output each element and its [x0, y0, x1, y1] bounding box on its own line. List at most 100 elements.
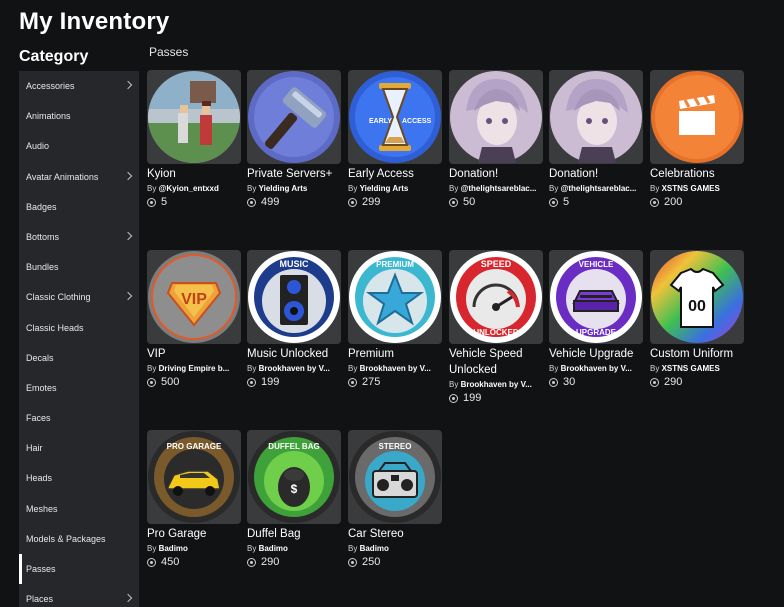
sidebar-item-decals[interactable]: Decals [19, 343, 139, 373]
creator-name[interactable]: Brookhaven by V... [561, 364, 632, 373]
item-thumbnail[interactable] [549, 70, 643, 164]
item-creator[interactable]: By @thelightsareblac... [449, 182, 544, 195]
sidebar-item-classic-clothing[interactable]: Classic Clothing [19, 282, 139, 312]
item-name[interactable]: Celebrations [650, 166, 745, 182]
item-name[interactable]: Premium [348, 346, 443, 362]
item-card[interactable]: VEHICLE UPGRADE Vehicle Upgrade By Brook… [549, 250, 644, 390]
item-name[interactable]: Vehicle Speed Unlocked [449, 346, 544, 378]
item-creator[interactable]: By Badimo [348, 542, 443, 555]
sidebar-item-avatar-animations[interactable]: Avatar Animations [19, 162, 139, 192]
item-thumbnail[interactable]: DUFFEL BAG $ [247, 430, 341, 524]
creator-name[interactable]: @thelightsareblac... [561, 184, 637, 193]
item-card[interactable]: EARLY ACCESS Early Access By Yielding Ar… [348, 70, 443, 210]
item-creator[interactable]: By XSTNS GAMES [650, 182, 745, 195]
sidebar-item-bottoms[interactable]: Bottoms [19, 222, 139, 252]
item-name[interactable]: Car Stereo [348, 526, 443, 542]
item-name[interactable]: Kyion [147, 166, 242, 182]
item-creator[interactable]: By Brookhaven by V... [549, 362, 644, 375]
item-card[interactable]: MUSIC Music Unlocked By Brookhaven by V.… [247, 250, 342, 390]
item-name[interactable]: Early Access [348, 166, 443, 182]
sidebar-item-hair[interactable]: Hair [19, 433, 139, 463]
item-creator[interactable]: By @thelightsareblac... [549, 182, 644, 195]
item-creator[interactable]: By XSTNS GAMES [650, 362, 745, 375]
item-card[interactable]: Donation! By @thelightsareblac... 50 [449, 70, 544, 210]
item-name[interactable]: Duffel Bag [247, 526, 342, 542]
anime-portrait-icon [450, 71, 542, 163]
item-name[interactable]: Music Unlocked [247, 346, 342, 362]
item-name[interactable]: Vehicle Upgrade [549, 346, 644, 362]
item-thumbnail[interactable] [650, 70, 744, 164]
item-creator[interactable]: By Driving Empire b... [147, 362, 242, 375]
item-card[interactable]: PREMIUM Premium By Brookhaven by V... 27… [348, 250, 443, 390]
creator-name[interactable]: @Kyion_entxxd [159, 184, 219, 193]
item-thumbnail[interactable]: EARLY ACCESS [348, 70, 442, 164]
item-card[interactable]: Private Servers+ By Yielding Arts 499 [247, 70, 342, 210]
item-thumbnail[interactable] [247, 70, 341, 164]
robux-icon [147, 558, 156, 567]
item-card[interactable]: 00 Custom Uniform By XSTNS GAMES 290 [650, 250, 745, 390]
creator-name[interactable]: XSTNS GAMES [662, 364, 720, 373]
sidebar-item-emotes[interactable]: Emotes [19, 373, 139, 403]
sidebar-item-meshes[interactable]: Meshes [19, 494, 139, 524]
sidebar-item-audio[interactable]: Audio [19, 131, 139, 161]
item-card[interactable]: VIP VIP By Driving Empire b... 500 [147, 250, 242, 390]
item-thumbnail[interactable]: MUSIC [247, 250, 341, 344]
creator-name[interactable]: Badimo [360, 544, 389, 553]
sidebar-item-label: Emotes [26, 382, 57, 393]
item-creator[interactable]: By Yielding Arts [247, 182, 342, 195]
item-creator[interactable]: By Yielding Arts [348, 182, 443, 195]
sidebar-item-animations[interactable]: Animations [19, 101, 139, 131]
sidebar-item-label: Classic Heads [26, 322, 84, 333]
creator-name[interactable]: Yielding Arts [360, 184, 409, 193]
item-card[interactable]: PRO GARAGE Pro Garage By Badimo 450 [147, 430, 242, 570]
item-thumbnail[interactable] [449, 70, 543, 164]
creator-name[interactable]: Brookhaven by V... [360, 364, 431, 373]
sidebar-item-label: Bundles [26, 262, 59, 273]
item-thumbnail[interactable]: SPEED UNLOCKED [449, 250, 543, 344]
item-name[interactable]: Donation! [449, 166, 544, 182]
sidebar-item-models-packages[interactable]: Models & Packages [19, 524, 139, 554]
item-thumbnail[interactable]: 00 [650, 250, 744, 344]
sidebar-item-passes[interactable]: Passes [19, 554, 139, 585]
item-name[interactable]: Pro Garage [147, 526, 242, 542]
creator-name[interactable]: Badimo [159, 544, 188, 553]
item-name[interactable]: Donation! [549, 166, 644, 182]
creator-name[interactable]: Brookhaven by V... [461, 380, 532, 389]
item-card[interactable]: DUFFEL BAG $ Duffel Bag By Badimo 290 [247, 430, 342, 570]
creator-name[interactable]: @thelightsareblac... [461, 184, 537, 193]
item-thumbnail[interactable] [147, 70, 241, 164]
item-card[interactable]: STEREO Car Stereo By Badimo 250 [348, 430, 443, 570]
item-creator[interactable]: By @Kyion_entxxd [147, 182, 242, 195]
item-name[interactable]: VIP [147, 346, 242, 362]
item-creator[interactable]: By Brookhaven by V... [247, 362, 342, 375]
price-value: 5 [563, 196, 570, 208]
creator-name[interactable]: Driving Empire b... [159, 364, 230, 373]
creator-name[interactable]: Brookhaven by V... [259, 364, 330, 373]
sidebar-item-classic-heads[interactable]: Classic Heads [19, 313, 139, 343]
item-thumbnail[interactable]: STEREO [348, 430, 442, 524]
sidebar-item-accessories[interactable]: Accessories [19, 71, 139, 101]
sidebar-item-places[interactable]: Places [19, 584, 139, 607]
sidebar-item-heads[interactable]: Heads [19, 463, 139, 493]
item-name[interactable]: Custom Uniform [650, 346, 745, 362]
robux-icon [348, 198, 357, 207]
item-thumbnail[interactable]: VIP [147, 250, 241, 344]
creator-name[interactable]: Badimo [259, 544, 288, 553]
item-name[interactable]: Private Servers+ [247, 166, 342, 182]
item-creator[interactable]: By Badimo [247, 542, 342, 555]
item-thumbnail[interactable]: PREMIUM [348, 250, 442, 344]
item-card[interactable]: SPEED UNLOCKED Vehicle Speed Unlocked By… [449, 250, 544, 406]
item-card[interactable]: Celebrations By XSTNS GAMES 200 [650, 70, 745, 210]
creator-name[interactable]: Yielding Arts [259, 184, 308, 193]
creator-name[interactable]: XSTNS GAMES [662, 184, 720, 193]
item-thumbnail[interactable]: VEHICLE UPGRADE [549, 250, 643, 344]
item-thumbnail[interactable]: PRO GARAGE [147, 430, 241, 524]
sidebar-item-badges[interactable]: Badges [19, 192, 139, 222]
sidebar-item-faces[interactable]: Faces [19, 403, 139, 433]
item-creator[interactable]: By Brookhaven by V... [449, 378, 544, 391]
item-creator[interactable]: By Badimo [147, 542, 242, 555]
item-creator[interactable]: By Brookhaven by V... [348, 362, 443, 375]
sidebar-item-bundles[interactable]: Bundles [19, 252, 139, 282]
item-card[interactable]: Kyion By @Kyion_entxxd 5 [147, 70, 242, 210]
item-card[interactable]: Donation! By @thelightsareblac... 5 [549, 70, 644, 210]
